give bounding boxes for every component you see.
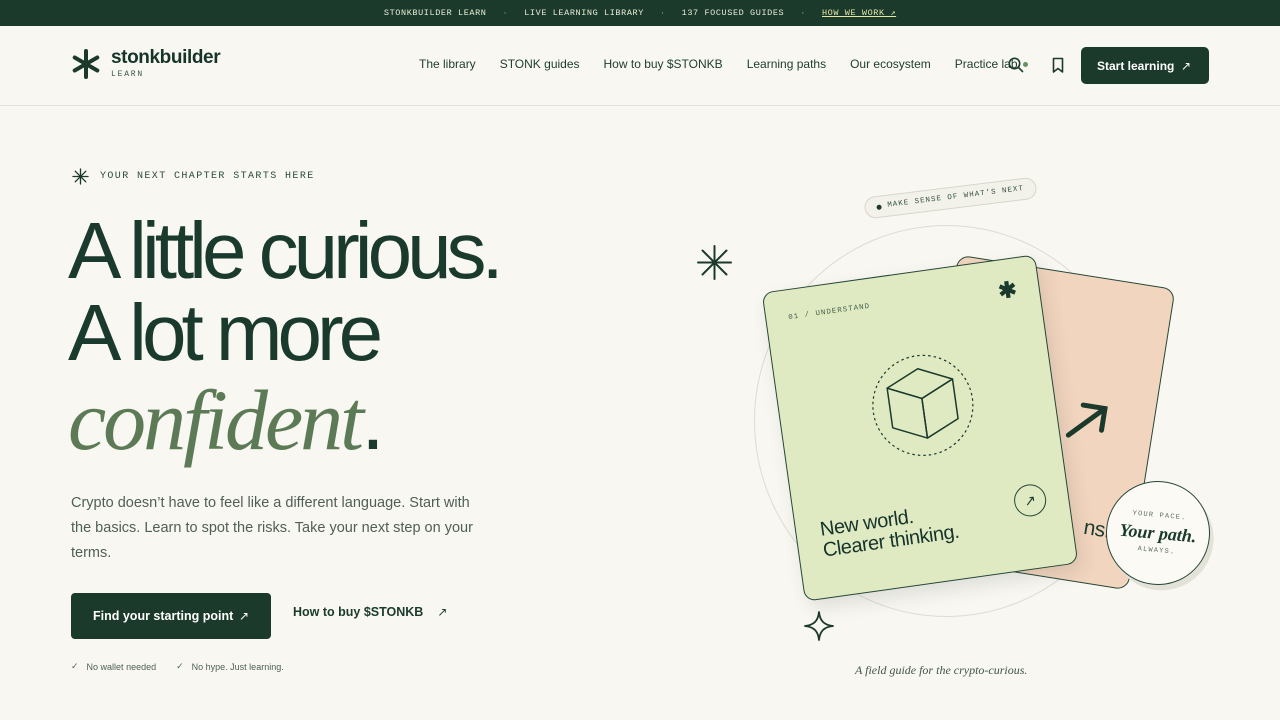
eyebrow-text: YOUR NEXT CHAPTER STARTS HERE [100,171,315,182]
headline-line-1: A little curious. [68,206,504,295]
check-label: No wallet needed [86,661,157,672]
headline-confident: confident [68,372,364,468]
tagline-pill: MAKE SENSE OF WHAT’S NEXT [863,176,1038,220]
nav-library[interactable]: The library [419,57,476,71]
find-starting-point-button[interactable]: Find your starting point ↗ [71,593,271,639]
bookmark-icon[interactable] [1049,56,1067,74]
asterisk-logo-icon [72,48,100,79]
topbar-separator: · [800,8,806,18]
topbar-library: LIVE LEARNING LIBRARY [524,8,644,18]
main-nav: The library STONK guides How to buy $STO… [419,57,1028,71]
check-item: ✓ No hype. Just learning. [176,661,284,672]
hero-eyebrow: YOUR NEXT CHAPTER STARTS HERE [72,168,315,185]
hero-subcopy: Crypto doesn’t have to feel like a diffe… [71,495,473,561]
start-learning-label: Start learning [1097,58,1175,73]
logo-subtitle: LEARN [111,70,145,79]
nav-stonk-guides[interactable]: STONK guides [500,57,580,71]
card-title: New world. Clearer thinking. [819,501,961,562]
headline-period: . [361,372,385,468]
badge-main-text: Your path. [1118,519,1198,546]
site-header: stonkbuilder LEARN The library STONK gui… [0,26,1280,106]
card-arrow-button[interactable]: ↗ [1012,482,1049,519]
arrow-up-right-icon: ↗ [238,609,249,623]
check-label: No hype. Just learning. [191,661,284,672]
logo[interactable]: stonkbuilder LEARN [71,47,221,79]
cube-icon [872,354,974,456]
topbar-separator: · [659,8,666,18]
announcement-bar: STONKBUILDER LEARN · LIVE LEARNING LIBRA… [0,0,1280,26]
nav-learning-paths[interactable]: Learning paths [747,57,826,71]
badge-bottom-text: ALWAYS. [1137,544,1176,557]
nav-ecosystem[interactable]: Our ecosystem [850,57,931,71]
start-learning-button[interactable]: Start learning ↗ [1081,47,1209,84]
pill-dot-icon [876,203,882,210]
starburst-icon [697,245,732,280]
arrow-up-right-icon [1065,402,1108,438]
logo-name: stonkbuilder [111,47,221,68]
how-to-buy-link[interactable]: How to buy $STONKB ↗ [293,605,447,619]
headline-line-2: A lot more [68,288,383,377]
arrow-up-right-icon: ↗ [1180,58,1191,73]
check-item: ✓ No wallet needed [71,661,156,672]
headline-line-3: confident. [68,374,499,466]
check-icon: ✓ [176,661,184,671]
search-icon[interactable] [1007,56,1025,74]
arrow-up-right-icon: ↗ [437,605,448,619]
card-front: 01 / UNDERSTAND ✱ New world. Clearer thi… [761,254,1079,602]
nav-how-to-buy[interactable]: How to buy $STONKB [604,57,723,71]
arrow-up-right-icon: ↗ [1023,491,1037,509]
asterisk-icon: ✱ [996,276,1019,304]
hero-checks: ✓ No wallet needed ✓ No hype. Just learn… [71,661,284,672]
how-we-work-link[interactable]: HOW WE WORK ↗ [822,8,896,18]
check-icon: ✓ [71,661,79,671]
pill-text: MAKE SENSE OF WHAT’S NEXT [886,184,1025,210]
hero-headline: A little curious. A lot more confident. [68,206,504,467]
asterisk-icon [72,168,89,185]
card-label: 01 / UNDERSTAND [787,302,871,323]
topbar-guides-count: 137 FOCUSED GUIDES [681,8,785,18]
topbar-brand: STONKBUILDER LEARN [383,8,487,18]
sparkle-icon [804,611,834,641]
illustration-caption: A field guide for the crypto-curious. [855,663,1028,677]
topbar-separator: · [502,8,509,18]
how-to-buy-label: How to buy $STONKB [293,605,424,619]
find-starting-point-label: Find your starting point [93,609,234,623]
